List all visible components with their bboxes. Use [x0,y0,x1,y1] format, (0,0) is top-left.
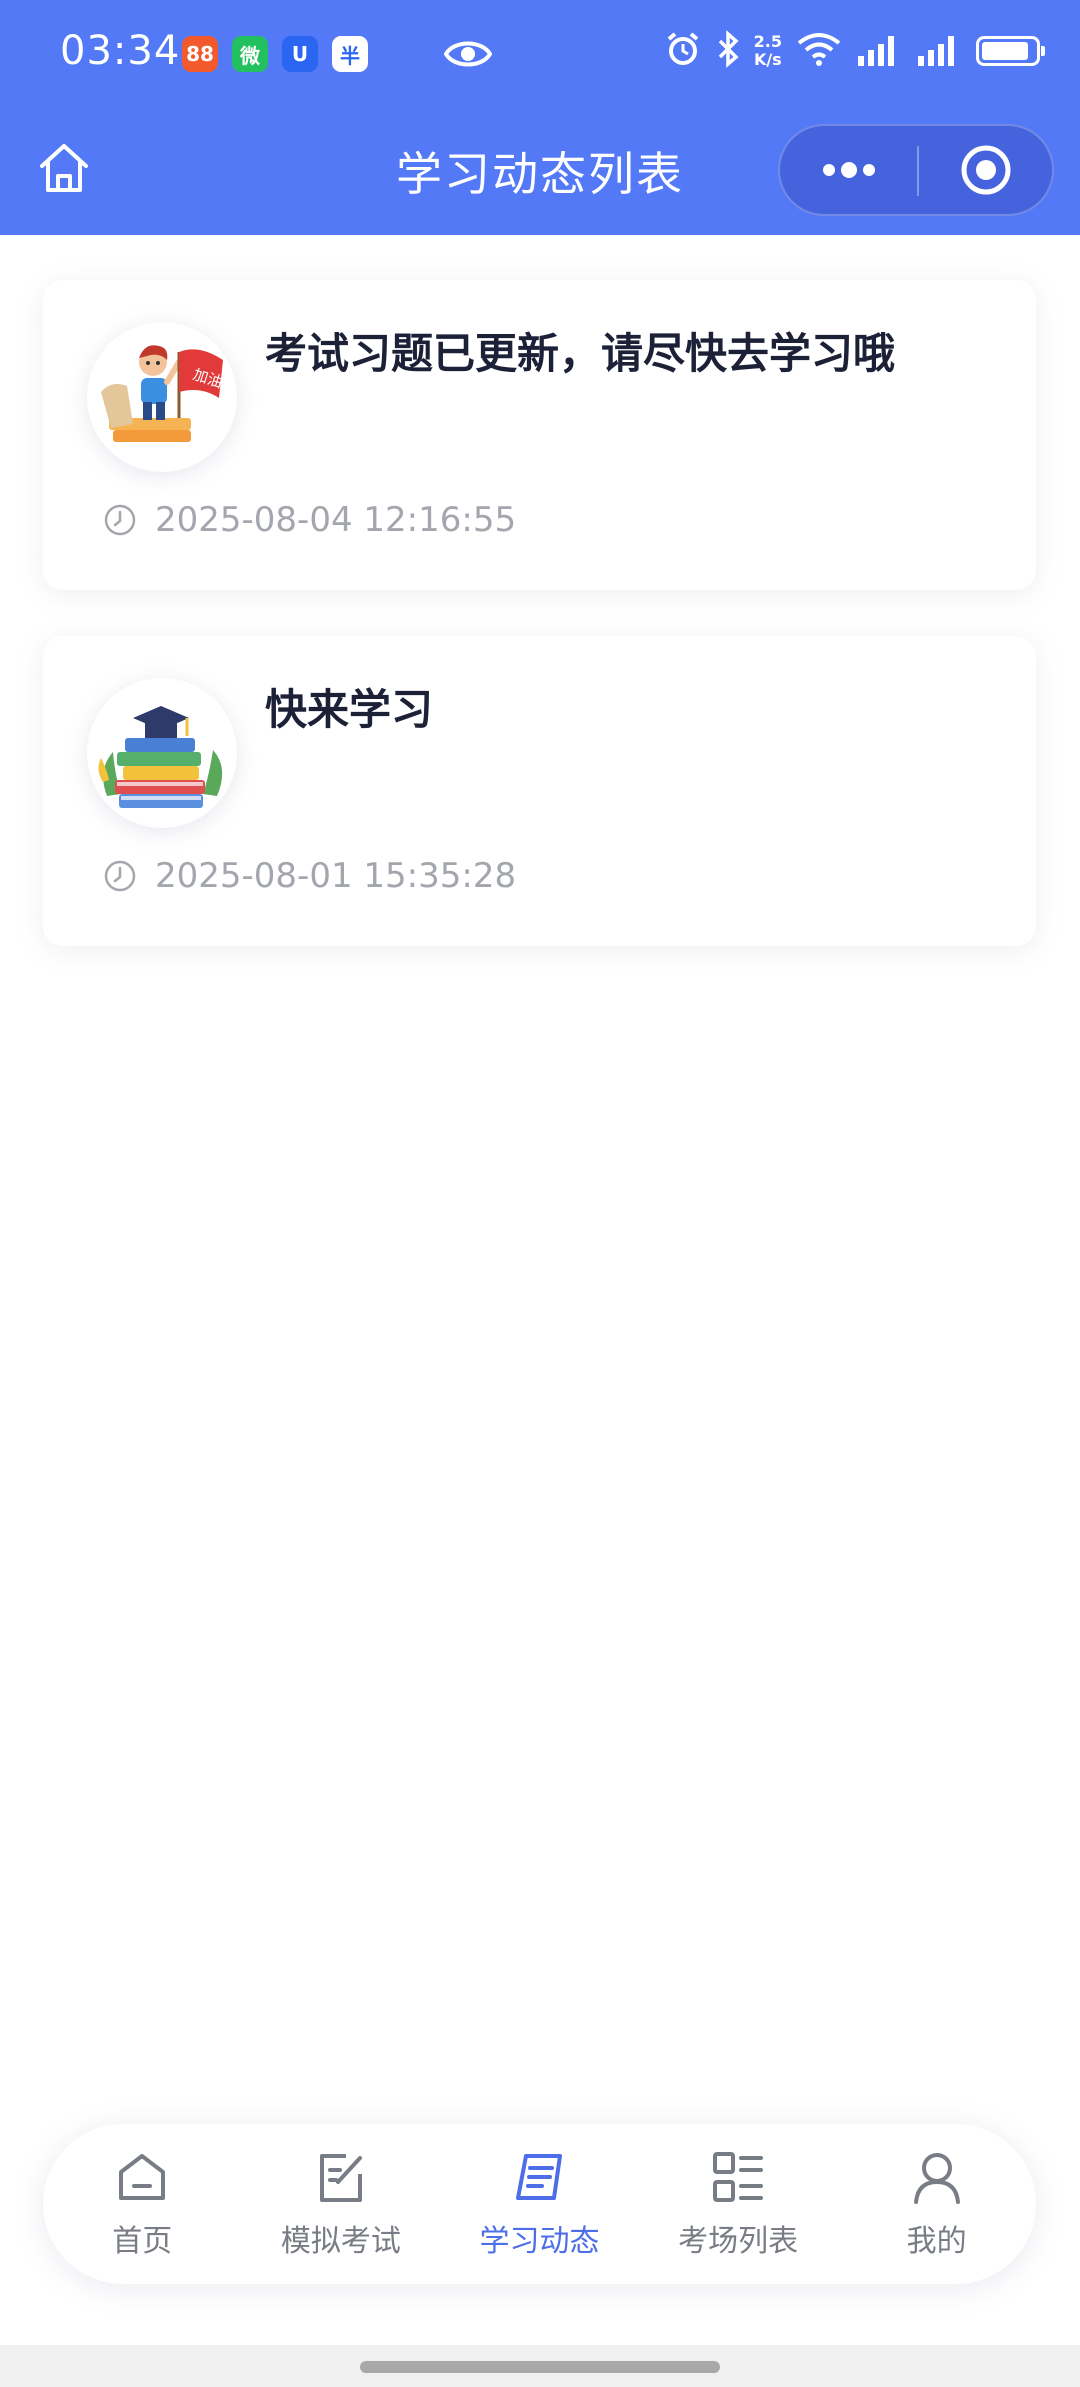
book-stack-graduation-cap-illustration [87,678,237,828]
clock-icon [103,503,137,537]
tab-home[interactable]: 首页 [43,2124,242,2284]
app-notification-icon: 半 [332,36,368,72]
status-bar: 03:34 88 微 U 半 2.5 K/s [0,0,1080,108]
clock-icon [103,859,137,893]
wechat-notification-icon: 微 [232,36,268,72]
mini-program-capsule [778,124,1054,216]
status-time: 03:34 [60,28,181,74]
tab-label: 学习动态 [479,2224,600,2259]
network-speed: 2.5 K/s [754,33,782,69]
system-gesture-area [0,2345,1080,2387]
tab-label: 考场列表 [678,2224,799,2259]
eye-icon [443,36,493,76]
app-notification-icon: U [282,36,318,72]
tab-learning-news[interactable]: 学习动态 [440,2124,639,2284]
news-title: 快来学习 [265,685,434,734]
news-card[interactable]: 快来学习 2025-08-01 15:35:28 [43,636,1036,946]
more-icon[interactable] [780,126,918,214]
signal-icon [916,32,962,70]
tab-mock-exam[interactable]: 模拟考试 [242,2124,441,2284]
tab-label: 模拟考试 [280,2224,401,2259]
news-time: 2025-08-01 15:35:28 [103,856,516,896]
edit-note-icon [312,2148,370,2206]
target-icon[interactable] [918,126,1054,214]
battery-icon [976,36,1045,66]
status-system-icons: 2.5 K/s [664,30,1045,72]
home-tab-icon [113,2148,171,2206]
app-notification-icon: 88 [182,36,218,72]
status-notification-icons: 88 微 U 半 [182,36,368,72]
navigation-bar: 学习动态列表 [0,108,1080,235]
news-icon [510,2148,568,2206]
news-list: 加油 考试习题已更新，请尽快去学习哦 2025-08-04 12:16:55 快… [43,280,1036,992]
tab-exam-venues[interactable]: 考场列表 [639,2124,838,2284]
tab-mine[interactable]: 我的 [837,2124,1036,2284]
network-speed-value: 2.5 [753,32,782,51]
news-time-text: 2025-08-01 15:35:28 [155,856,517,896]
news-card[interactable]: 加油 考试习题已更新，请尽快去学习哦 2025-08-04 12:16:55 [43,280,1036,590]
gesture-handle[interactable] [360,2361,720,2373]
app-header: 03:34 88 微 U 半 2.5 K/s 学习动态列表 [0,0,1080,235]
network-speed-unit: K/s [753,50,782,69]
wifi-icon [796,31,842,71]
bluetooth-icon [716,30,740,72]
news-time: 2025-08-04 12:16:55 [103,500,516,540]
signal-icon [856,32,902,70]
bottom-tab-bar: 首页 模拟考试 学习动态 考场列表 我的 [43,2124,1036,2284]
cheering-boy-flag-illustration: 加油 [87,322,237,472]
tab-label: 首页 [112,2224,173,2259]
list-grid-icon [709,2148,767,2206]
news-time-text: 2025-08-04 12:16:55 [155,500,517,540]
tab-label: 我的 [906,2224,967,2259]
alarm-icon [664,30,702,72]
news-title: 考试习题已更新，请尽快去学习哦 [265,329,896,378]
battery-level [982,42,1029,60]
user-icon [908,2148,966,2206]
